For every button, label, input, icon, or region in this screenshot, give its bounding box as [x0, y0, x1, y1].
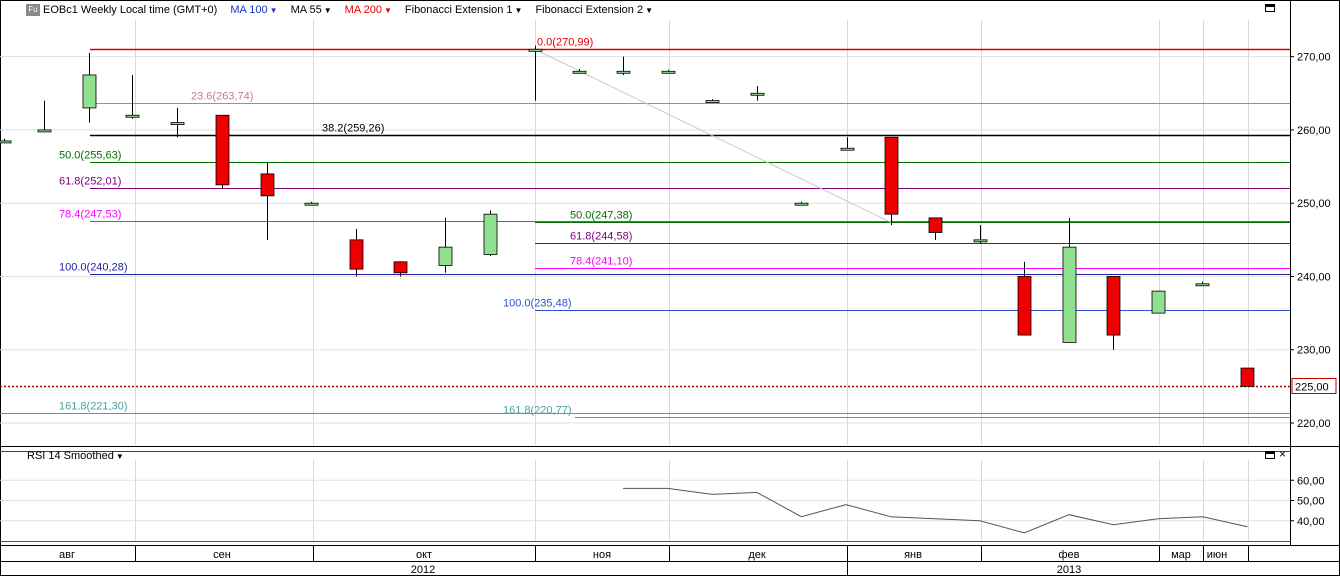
candle-bear	[393, 261, 408, 274]
candle-bull	[840, 147, 855, 151]
month-label: окт	[416, 549, 432, 561]
maximize-icon[interactable]	[1265, 4, 1275, 12]
legend-ma55[interactable]: MA 55 ▼	[291, 4, 332, 16]
candle-bull	[0, 140, 12, 144]
fib-level-label: 78.4(247,53)	[59, 209, 121, 221]
chevron-down-icon: ▼	[115, 452, 124, 461]
price-tick-label: 230,00	[1297, 345, 1331, 357]
candle-bear	[1017, 276, 1032, 336]
price-tick-label: 260,00	[1297, 125, 1331, 137]
year-label: 2013	[1057, 564, 1081, 576]
fib-level-label: 100.0(235,48)	[503, 298, 572, 310]
rsi-title-label: RSI 14 Smoothed	[27, 450, 114, 462]
rsi-panel-title[interactable]: RSI 14 Smoothed ▼	[27, 450, 124, 462]
legend-fib-ext-2-label: Fibonacci Extension 2	[535, 4, 644, 16]
fib-level-label: 50.0(255,63)	[59, 150, 121, 162]
candle-bull	[973, 239, 988, 243]
legend-fib-ext-1[interactable]: Fibonacci Extension 1 ▼	[405, 4, 523, 16]
candle-bull	[750, 92, 765, 96]
chart-legend: EOBc1 Weekly Local time (GMT+0) MA 100 ▼ …	[43, 3, 666, 17]
month-label: ноя	[593, 549, 611, 561]
price-chart[interactable]: 270,00 260,00 250,00 240,00 230,00 220,00 60,0…	[0, 0, 1340, 576]
chevron-down-icon: ▼	[323, 6, 332, 15]
candle-bear	[260, 173, 275, 197]
month-label: сен	[213, 549, 231, 561]
candle-bear	[215, 114, 230, 186]
price-tick-label: 240,00	[1297, 271, 1331, 283]
legend-ma55-label: MA 55	[290, 4, 322, 16]
fib-level-label: 100.0(240,28)	[59, 262, 128, 274]
fib-level-label: 23.6(263,74)	[191, 91, 253, 103]
legend-ma200-label: MA 200	[344, 4, 382, 16]
candle-bull	[616, 70, 631, 74]
candle-bull	[438, 246, 453, 266]
month-label: июн	[1207, 549, 1227, 561]
restore-icon[interactable]	[1265, 451, 1275, 459]
candle-bear	[349, 239, 364, 270]
candle-bear	[928, 217, 943, 233]
candle-bull	[483, 213, 498, 255]
price-tick-label: 270,00	[1297, 52, 1331, 64]
candle-bull	[705, 100, 720, 104]
chart-window: 270,00 260,00 250,00 240,00 230,00 220,00 60,0…	[0, 0, 1340, 576]
fib-level-label: 78.4(241,10)	[570, 256, 632, 268]
legend-fib-ext-1-label: Fibonacci Extension 1	[404, 4, 513, 16]
month-label: мар	[1171, 549, 1191, 561]
month-label: янв	[904, 549, 922, 561]
candle-bull	[1151, 290, 1166, 314]
chevron-down-icon: ▼	[645, 6, 653, 15]
rsi-tick-label: 60,00	[1297, 475, 1325, 487]
fib-level-label: 61.8(244,58)	[570, 231, 632, 243]
legend-ma100-label: MA 100	[230, 4, 268, 16]
rsi-line	[623, 487, 1248, 534]
symbol-title[interactable]: EOBc1 Weekly Local time (GMT+0)	[43, 4, 217, 16]
price-tick-label: 220,00	[1297, 418, 1331, 430]
candle-bull	[528, 48, 543, 52]
price-tick-label: 250,00	[1297, 198, 1331, 210]
candle-bull	[1062, 246, 1077, 343]
candle-bull	[794, 202, 809, 206]
fib-level-label: 61.8(252,01)	[59, 176, 121, 188]
chevron-down-icon: ▼	[383, 6, 392, 15]
fib-level-label: 50.0(247,38)	[570, 210, 632, 222]
candle-bull	[1195, 283, 1210, 287]
chevron-down-icon: ▼	[514, 6, 523, 15]
candle-bear	[1106, 276, 1121, 336]
fib-level-label: 161.8(221,30)	[59, 401, 128, 413]
candle-bull	[170, 122, 185, 125]
rsi-tick-label: 40,00	[1297, 516, 1325, 528]
candle-bull	[82, 74, 97, 109]
month-label: фев	[1058, 549, 1079, 561]
chevron-down-icon: ▼	[269, 6, 278, 15]
year-label: 2012	[411, 564, 435, 576]
rsi-tick-label: 50,00	[1297, 496, 1325, 508]
candle-bear	[884, 136, 899, 215]
candle-bull	[125, 114, 140, 118]
candle-bull	[661, 70, 676, 74]
month-label: дек	[748, 549, 766, 561]
month-label: авг	[59, 549, 75, 561]
futures-badge-icon: Fu	[26, 4, 40, 16]
last-price-label: 225,00	[1295, 382, 1329, 394]
candle-bull	[304, 202, 319, 206]
fib-level-label: 38.2(259,26)	[322, 123, 384, 135]
candle-bear	[1240, 367, 1255, 387]
candle-bull	[572, 70, 587, 74]
legend-fib-ext-2[interactable]: Fibonacci Extension 2 ▼	[535, 4, 653, 16]
legend-ma100[interactable]: MA 100 ▼	[230, 4, 277, 16]
fib-level-label: 0.0(270,99)	[537, 37, 593, 49]
candle-bull	[37, 129, 52, 133]
legend-ma200[interactable]: MA 200 ▼	[345, 4, 392, 16]
fib-level-label: 161.8(220,77)	[503, 405, 572, 417]
close-icon[interactable]: ×	[1279, 448, 1286, 460]
